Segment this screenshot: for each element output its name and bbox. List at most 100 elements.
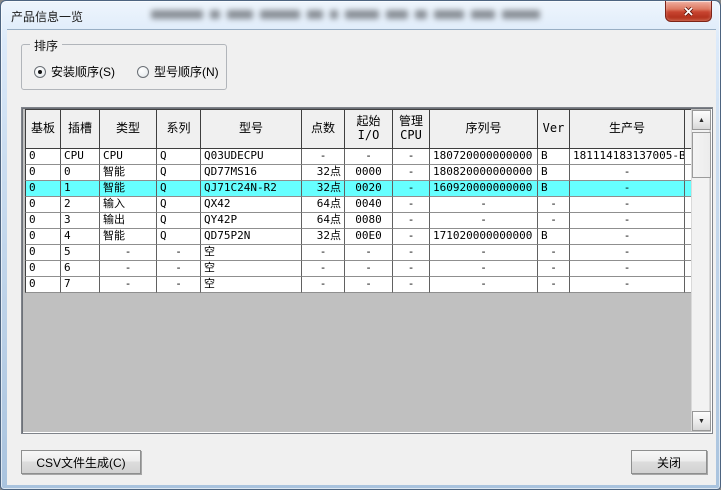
blurred-watermark [151,7,566,21]
table-cell: - [570,245,685,261]
table-cell: 32点 [302,229,345,245]
chevron-down-icon: ▼ [698,418,705,425]
table-cell: - [157,261,201,277]
table-cell: Q [157,165,201,181]
column-header: 序列号 [430,109,538,149]
table-cell: 0 [25,229,61,245]
table-row[interactable]: 03输出QQY42P64点0080---- [25,213,691,229]
table-cell: - [538,197,570,213]
table-row[interactable]: 01智能QQJ71C24N-R232点0020-160920000000000B… [25,181,691,197]
table-cell: 空 [201,277,302,293]
table-cell: - [430,245,538,261]
table-cell: Q [157,229,201,245]
table-cell: - [393,181,430,197]
table-cell: 0020 [345,181,393,197]
table-cell: - [393,261,430,277]
table-cell: 0 [25,197,61,213]
table-cell: 空 [201,261,302,277]
table-cell: - [430,197,538,213]
table-row[interactable]: 02输入QQX4264点0040---- [25,197,691,213]
table-row[interactable]: 0CPUCPUQQ03UDECPU---180720000000000B1811… [25,149,691,165]
product-info-dialog: 产品信息一览 排序 安装顺序(S) 型号顺序(N) [0,0,721,490]
window-close-button[interactable] [665,1,712,22]
scrollbar-thumb[interactable] [692,132,711,178]
column-header: 管理 CPU [393,109,430,149]
table-cell: 输出 [100,213,157,229]
column-header: 生产号 [570,109,685,149]
radio-option-0[interactable]: 安装顺序(S) [34,63,115,80]
table-cell: 0000 [345,165,393,181]
table-cell: 171020000000000 [430,229,538,245]
table-cell: 输入 [100,197,157,213]
radio-option-1[interactable]: 型号顺序(N) [137,63,219,80]
vertical-scrollbar[interactable]: ▲ ▼ [691,110,710,431]
table-row[interactable]: 05--空------ [25,245,691,261]
table-cell: - [430,277,538,293]
radio-icon [137,66,149,78]
table-cell: 180720000000000 [430,149,538,165]
table-cell: 2 [61,197,100,213]
table-cell: - [345,245,393,261]
table-cell: 64点 [302,197,345,213]
table-cell: - [570,229,685,245]
table-cell: - [345,149,393,165]
table-cell: 智能 [100,229,157,245]
table-cell: - [157,245,201,261]
close-button[interactable]: 关闭 [631,450,707,474]
table-cell: B [538,165,570,181]
table-cell: - [570,261,685,277]
table-cell: 空 [201,245,302,261]
table-cell: - [100,277,157,293]
table-cell: Q [157,181,201,197]
table-cell: - [430,261,538,277]
table-cell: 32点 [302,165,345,181]
table-cell: 0 [25,245,61,261]
scroll-up-button[interactable]: ▲ [692,110,711,130]
table-cell: - [538,277,570,293]
product-table-frame: 基板插槽类型系列型号点数起始 I/O管理 CPU序列号Ver生产号 0CPUCP… [21,107,713,434]
close-button-label: 关闭 [657,454,681,471]
table-cell: QD77MS16 [201,165,302,181]
table-row[interactable]: 07--空------ [25,277,691,293]
table-cell: 7 [61,277,100,293]
table-cell: - [393,213,430,229]
table-cell: - [100,261,157,277]
table-cell: 0 [25,165,61,181]
table-cell: 3 [61,213,100,229]
table-cell: - [302,149,345,165]
table-cell: - [538,261,570,277]
table-cell: - [345,277,393,293]
table-header-row: 基板插槽类型系列型号点数起始 I/O管理 CPU序列号Ver生产号 [25,109,691,149]
column-header: 起始 I/O [345,109,393,149]
table-cell: - [345,261,393,277]
table-cell: - [302,277,345,293]
table-cell: 4 [61,229,100,245]
table-cell: - [302,245,345,261]
table-cell: Q [157,213,201,229]
radio-icon [34,66,46,78]
csv-generate-button[interactable]: CSV文件生成(C) [21,450,141,474]
table-cell: CPU [100,149,157,165]
column-header: 点数 [302,109,345,149]
titlebar[interactable]: 产品信息一览 [1,1,720,29]
column-header: 类型 [100,109,157,149]
column-header: 系列 [157,109,201,149]
close-icon [683,7,694,16]
product-table: 基板插槽类型系列型号点数起始 I/O管理 CPU序列号Ver生产号 0CPUCP… [25,109,691,293]
table-cell: 智能 [100,165,157,181]
column-header: 基板 [25,109,61,149]
radio-label: 型号顺序(N) [154,63,219,80]
table-cell: - [538,213,570,229]
table-row[interactable]: 06--空------ [25,261,691,277]
table-cell: 0 [25,149,61,165]
table-row[interactable]: 00智能QQD77MS1632点0000-180820000000000B- [25,165,691,181]
table-cell: 0 [25,261,61,277]
table-cell: 160920000000000 [430,181,538,197]
table-cell: - [393,277,430,293]
table-row[interactable]: 04智能QQD75P2N32点00E0-171020000000000B- [25,229,691,245]
table-cell: 0 [25,181,61,197]
table-cell: 6 [61,261,100,277]
table-cell: 180820000000000 [430,165,538,181]
scroll-down-button[interactable]: ▼ [692,411,711,431]
table-cell: CPU [61,149,100,165]
